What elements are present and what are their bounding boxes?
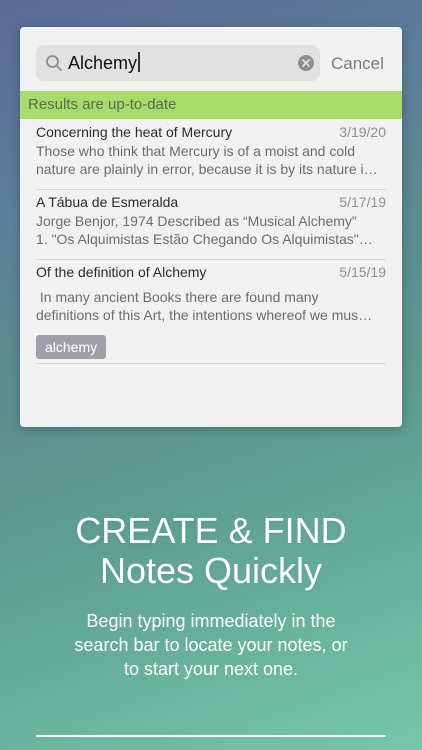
note-item[interactable]: A Tábua de Esmeralda 5/17/19 Jorge Benjo… [36, 193, 386, 260]
note-title: Concerning the heat of Mercury [36, 124, 233, 140]
home-indicator[interactable] [36, 735, 386, 737]
promo-subtitle-line: to start your next one. [123, 659, 299, 679]
clear-icon[interactable] [297, 54, 315, 72]
search-icon [46, 55, 62, 71]
text-caret [138, 52, 140, 72]
cancel-button[interactable]: Cancel [331, 53, 384, 75]
note-preview-line: Those who think that Mercury is of a moi… [36, 143, 356, 159]
promo-subtitle-line: search bar to locate your notes, or [74, 635, 348, 655]
note-preview-line: In many ancient Books there are found ma… [36, 289, 319, 305]
note-preview-line: Jorge Benjor, 1974 Described as “Musical… [36, 213, 357, 229]
search-query[interactable]: Alchemy [68, 52, 140, 74]
note-date: 5/15/19 [339, 264, 386, 280]
status-banner: Results are up-to-date [20, 91, 402, 119]
promo-subtitle-line: Begin typing immediately in the [86, 611, 336, 631]
note-date: 3/19/20 [339, 124, 386, 140]
note-preview-line: nature are plainly in error, because it … [36, 161, 378, 177]
note-preview-line: 1. "Os Alquimistas Estão Chegando Os Alq… [36, 231, 373, 247]
note-preview: Jorge Benjor, 1974 Described as “Musical… [36, 212, 386, 248]
note-title: Of the definition of Alchemy [36, 264, 207, 280]
search-row: Alchemy Cancel [20, 27, 402, 91]
note-item[interactable]: Of the definition of Alchemy 5/15/19 In … [36, 263, 386, 364]
status-text: Results are up-to-date [28, 96, 177, 113]
note-preview: In many ancient Books there are found ma… [36, 288, 386, 324]
note-preview: Those who think that Mercury is of a moi… [36, 142, 386, 178]
note-item[interactable]: Concerning the heat of Mercury 3/19/20 T… [36, 123, 386, 190]
note-date: 5/17/19 [339, 194, 386, 210]
search-input[interactable]: Alchemy [36, 45, 320, 81]
promo-headline-line1: CREATE & FIND [75, 510, 347, 551]
note-preview-line: definitions of this Art, the intentions … [36, 307, 373, 323]
note-title: A Tábua de Esmeralda [36, 194, 179, 210]
promo-headline-line2: Notes Quickly [99, 550, 323, 591]
search-card: Alchemy Cancel Results are up-to-date Co… [20, 27, 402, 427]
tag-chip[interactable]: alchemy [36, 335, 107, 359]
promo-subtitle: Begin typing immediately in the search b… [0, 609, 422, 681]
